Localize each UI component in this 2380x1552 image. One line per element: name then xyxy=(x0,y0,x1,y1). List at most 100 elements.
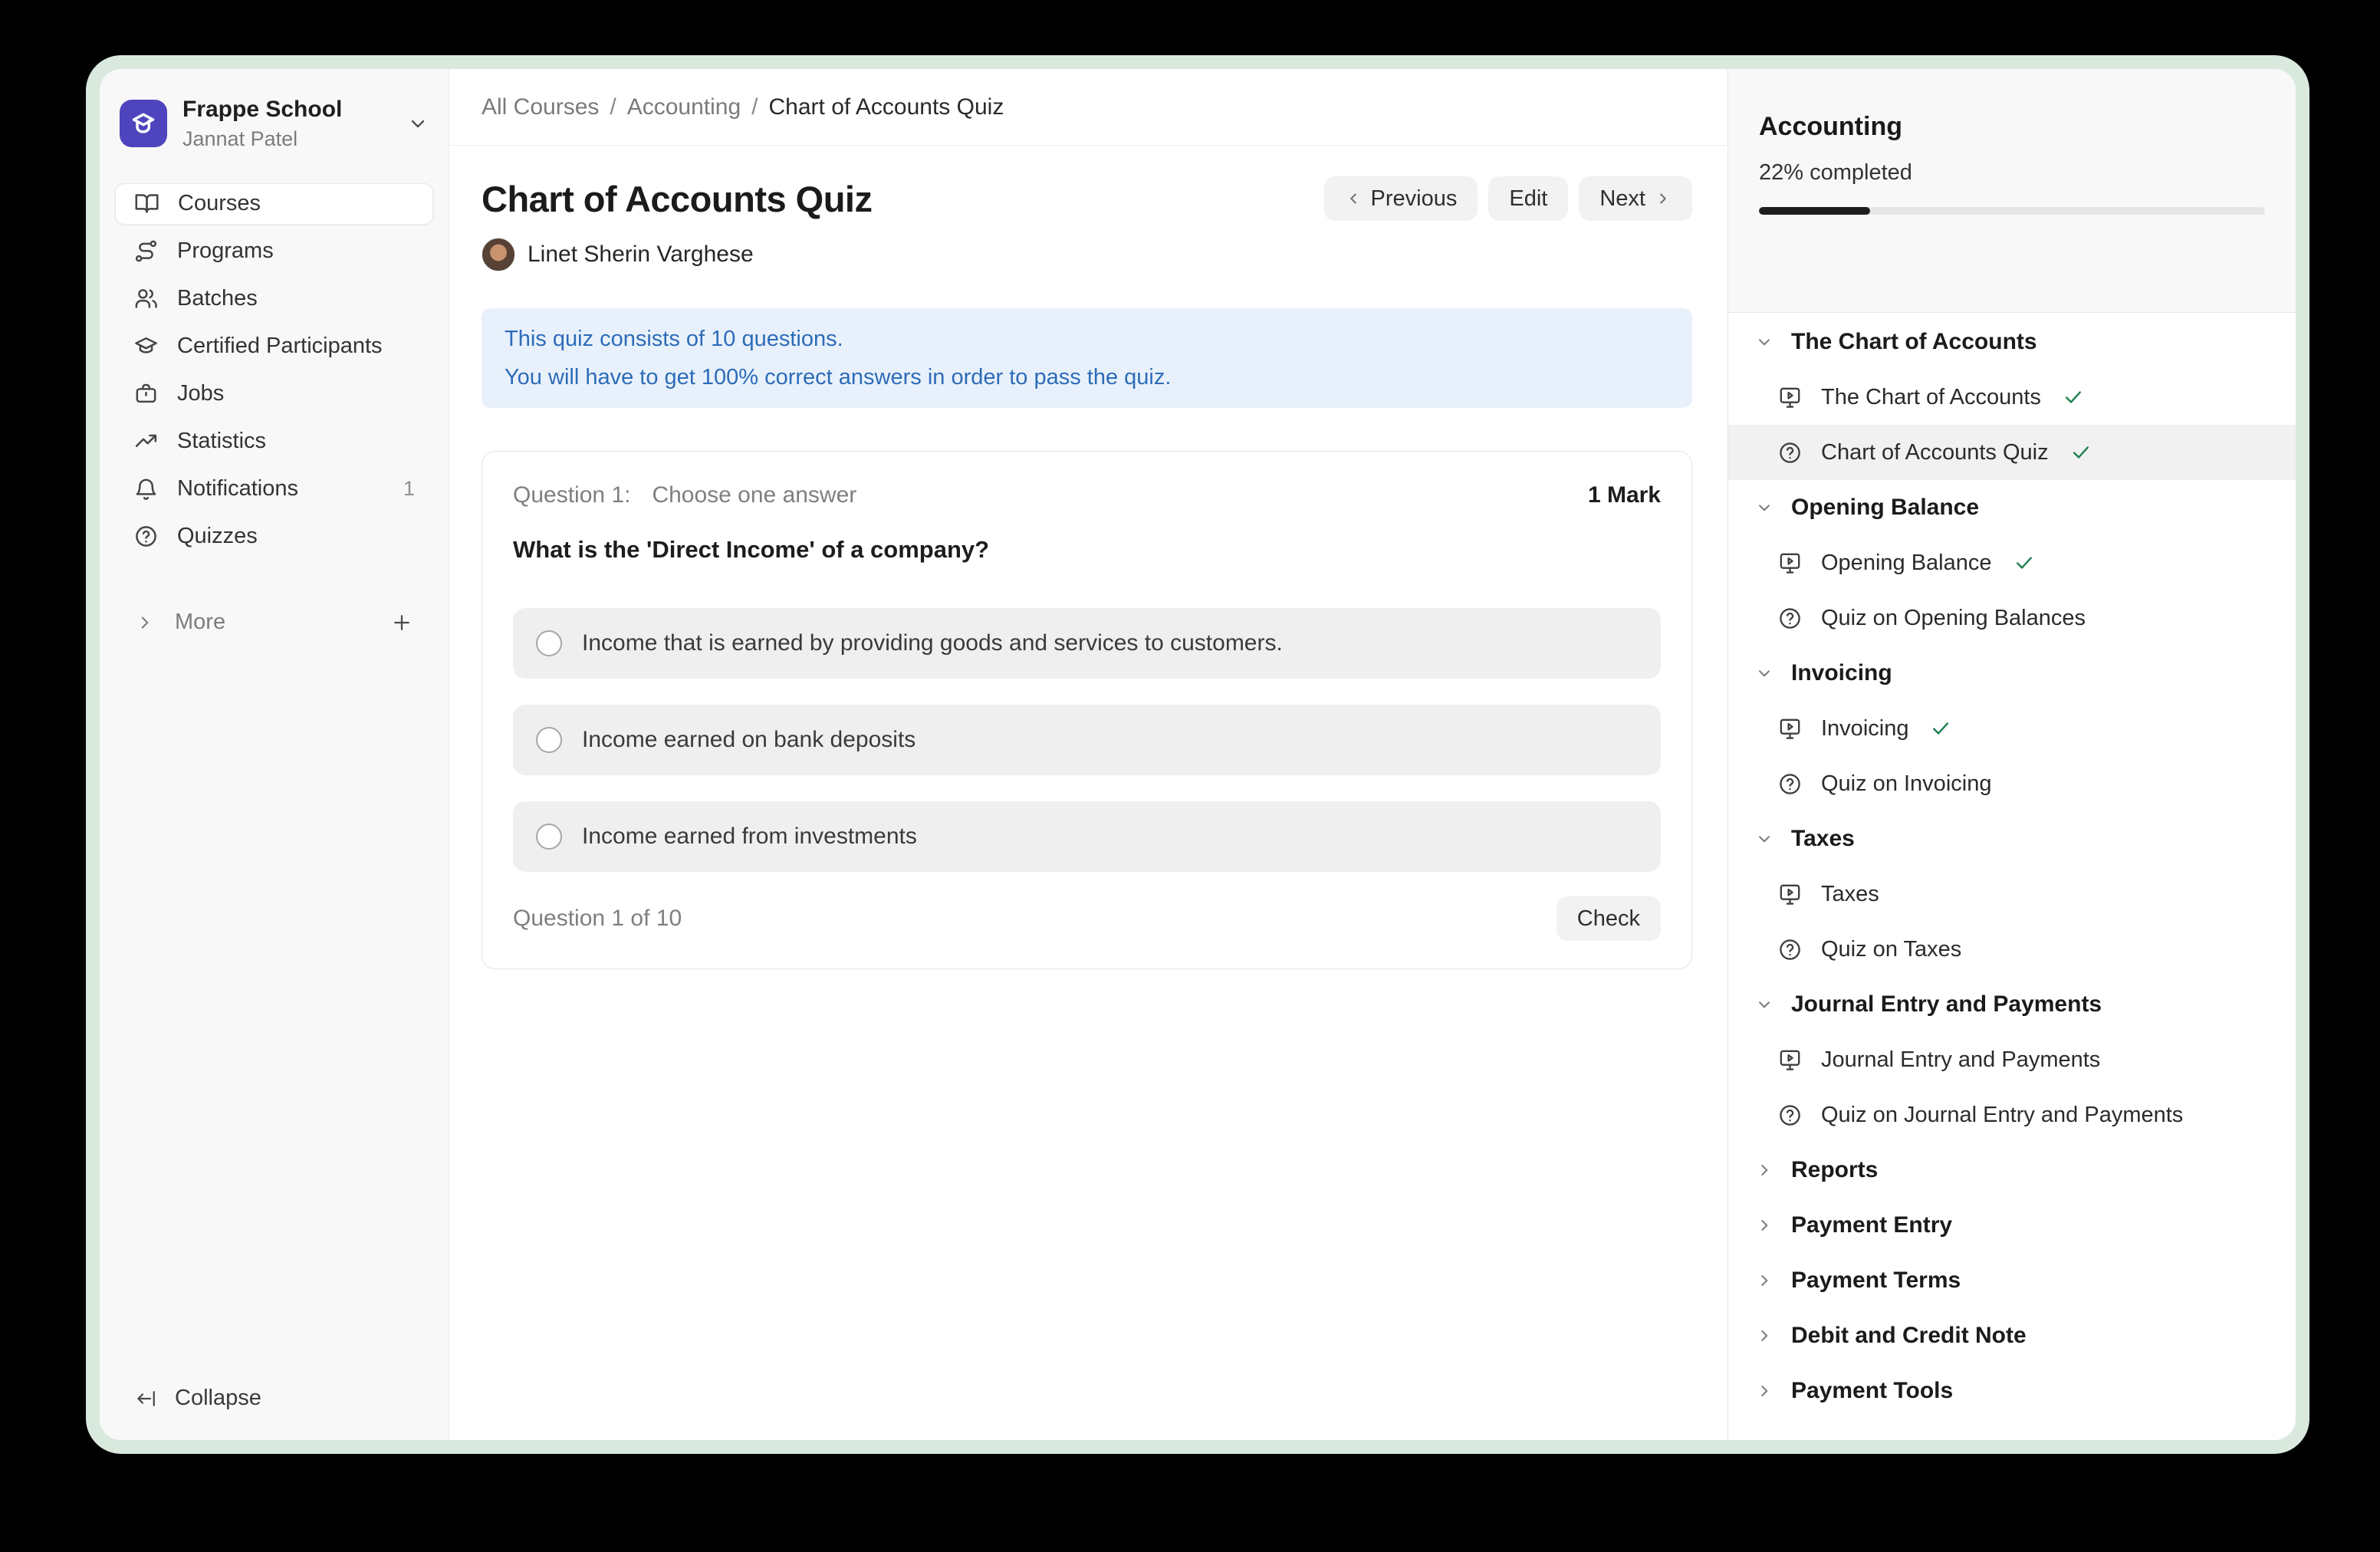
check-button[interactable]: Check xyxy=(1557,896,1661,941)
outline-section-payment-terms[interactable]: Payment Terms xyxy=(1728,1253,2296,1308)
outline-item-label: Chart of Accounts Quiz xyxy=(1821,440,2049,465)
edit-button[interactable]: Edit xyxy=(1488,176,1568,221)
chevron-right-icon xyxy=(1754,1326,1774,1346)
sidebar-item-batches[interactable]: Batches xyxy=(115,278,433,320)
previous-button[interactable]: Previous xyxy=(1324,176,1478,221)
sidebar-item-programs[interactable]: Programs xyxy=(115,231,433,272)
sidebar-item-jobs[interactable]: Jobs xyxy=(115,373,433,415)
outline-section-payment-entry[interactable]: Payment Entry xyxy=(1728,1198,2296,1253)
section-title: Opening Balance xyxy=(1791,495,1979,521)
sidebar-item-quizzes[interactable]: Quizzes xyxy=(115,516,433,557)
arrow-left-to-line-icon xyxy=(135,1387,158,1410)
outline-item-label: Opening Balance xyxy=(1821,551,1992,576)
answer-options: Income that is earned by providing goods… xyxy=(513,608,1661,872)
section-title: Taxes xyxy=(1791,826,1855,852)
outline-item-invoicing[interactable]: Invoicing xyxy=(1728,701,2296,756)
chevron-down-icon xyxy=(1754,498,1774,518)
outline-section-debit-and-credit-note[interactable]: Debit and Credit Note xyxy=(1728,1308,2296,1363)
sidebar-item-statistics[interactable]: Statistics xyxy=(115,421,433,462)
chevron-down-icon[interactable] xyxy=(407,113,429,134)
breadcrumb-current: Chart of Accounts Quiz xyxy=(769,94,1004,120)
breadcrumb-all-courses[interactable]: All Courses xyxy=(482,94,599,120)
outline-item-label: Quiz on Opening Balances xyxy=(1821,606,2086,631)
chevron-right-icon xyxy=(135,613,155,633)
edit-label: Edit xyxy=(1509,186,1547,212)
radio-button[interactable] xyxy=(536,824,562,850)
check-icon xyxy=(2013,552,2035,574)
trending-up-icon xyxy=(133,429,159,454)
main-area: All Courses / Accounting / Chart of Acco… xyxy=(449,69,1727,1440)
answer-option-1[interactable]: Income that is earned by providing goods… xyxy=(513,608,1661,679)
sidebar-item-courses[interactable]: Courses xyxy=(115,183,433,225)
page-title: Chart of Accounts Quiz xyxy=(482,178,873,220)
section-title: Reports xyxy=(1791,1157,1878,1183)
breadcrumb-accounting[interactable]: Accounting xyxy=(627,94,741,120)
outline-section-payment-tools[interactable]: Payment Tools xyxy=(1728,1363,2296,1419)
course-title: Accounting xyxy=(1759,112,2265,142)
route-icon xyxy=(133,238,159,264)
outline-item-the-chart-of-accounts[interactable]: The Chart of Accounts xyxy=(1728,370,2296,425)
quiz-content: Chart of Accounts Quiz Previous Edit Nex… xyxy=(449,146,1727,969)
outline-section-reports[interactable]: Reports xyxy=(1728,1143,2296,1198)
instruction-line: You will have to get 100% correct answer… xyxy=(505,358,1669,396)
workspace-title: Frappe School xyxy=(182,97,342,123)
workspace-switcher[interactable]: Frappe School Jannat Patel xyxy=(115,97,433,151)
outline-item-journal-entry-and-payments[interactable]: Journal Entry and Payments xyxy=(1728,1032,2296,1087)
app-frame: Frappe School Jannat Patel Courses Progr… xyxy=(86,55,2309,1454)
question-marks: 1 Mark xyxy=(1588,482,1661,508)
breadcrumb-separator: / xyxy=(751,94,758,120)
outline-section-invoicing[interactable]: Invoicing xyxy=(1728,646,2296,701)
question-text: What is the 'Direct Income' of a company… xyxy=(513,536,1661,564)
users-icon xyxy=(133,286,159,311)
frappe-school-logo xyxy=(120,100,167,147)
sidebar-item-label: Quizzes xyxy=(177,524,258,549)
course-completed-label: 22% completed xyxy=(1759,160,2265,186)
radio-button[interactable] xyxy=(536,630,562,656)
instruction-line: This quiz consists of 10 questions. xyxy=(505,320,1669,358)
outline-item-label: The Chart of Accounts xyxy=(1821,385,2041,410)
left-sidebar: Frappe School Jannat Patel Courses Progr… xyxy=(100,69,449,1440)
answer-option-3[interactable]: Income earned from investments xyxy=(513,801,1661,872)
answer-option-2[interactable]: Income earned on bank deposits xyxy=(513,705,1661,775)
book-open-icon xyxy=(134,191,159,216)
next-button[interactable]: Next xyxy=(1579,176,1692,221)
breadcrumb: All Courses / Accounting / Chart of Acco… xyxy=(449,69,1727,146)
outline-item-quiz-on-journal-entry-and-payments[interactable]: Quiz on Journal Entry and Payments xyxy=(1728,1087,2296,1143)
author-row: Linet Sherin Varghese xyxy=(482,238,1692,271)
outline-item-quiz-on-taxes[interactable]: Quiz on Taxes xyxy=(1728,922,2296,977)
app-window: Frappe School Jannat Patel Courses Progr… xyxy=(100,69,2296,1440)
outline-item-taxes[interactable]: Taxes xyxy=(1728,866,2296,922)
outline-section-opening-balance[interactable]: Opening Balance xyxy=(1728,480,2296,535)
sidebar-item-certified-participants[interactable]: Certified Participants xyxy=(115,326,433,367)
quiz-icon xyxy=(1777,440,1803,465)
outline-item-quiz-on-opening-balances[interactable]: Quiz on Opening Balances xyxy=(1728,590,2296,646)
section-title: Payment Terms xyxy=(1791,1268,1961,1294)
sidebar-item-notifications[interactable]: Notifications 1 xyxy=(115,469,433,510)
author-name: Linet Sherin Varghese xyxy=(528,242,754,268)
section-title: Payment Tools xyxy=(1791,1378,1953,1404)
outline-section-the-chart-of-accounts[interactable]: The Chart of Accounts xyxy=(1728,314,2296,370)
lesson-icon xyxy=(1777,385,1803,410)
collapse-sidebar-button[interactable]: Collapse xyxy=(115,1386,433,1411)
outline-item-opening-balance[interactable]: Opening Balance xyxy=(1728,535,2296,590)
lesson-icon xyxy=(1777,1047,1803,1073)
outline-item-label: Taxes xyxy=(1821,882,1879,907)
sidebar-item-label: Programs xyxy=(177,238,274,264)
outline-section-journal-entry-and-payments[interactable]: Journal Entry and Payments xyxy=(1728,977,2296,1032)
section-title: Debit and Credit Note xyxy=(1791,1323,2027,1349)
section-title: Payment Entry xyxy=(1791,1212,1952,1238)
radio-button[interactable] xyxy=(536,727,562,753)
sidebar-more[interactable]: More xyxy=(115,602,433,643)
chevron-right-icon xyxy=(1754,1215,1774,1235)
outline-item-quiz-on-invoicing[interactable]: Quiz on Invoicing xyxy=(1728,756,2296,811)
bell-icon xyxy=(133,476,159,501)
outline-item-chart-of-accounts-quiz[interactable]: Chart of Accounts Quiz xyxy=(1728,425,2296,480)
briefcase-icon xyxy=(133,381,159,406)
chevron-right-icon xyxy=(1754,1271,1774,1291)
outline-item-label: Quiz on Journal Entry and Payments xyxy=(1821,1103,2183,1128)
more-label: More xyxy=(175,610,225,635)
user-name: Jannat Patel xyxy=(182,127,342,151)
course-outline: The Chart of Accounts The Chart of Accou… xyxy=(1728,313,2296,1440)
plus-icon[interactable] xyxy=(390,611,413,634)
outline-section-taxes[interactable]: Taxes xyxy=(1728,811,2296,866)
